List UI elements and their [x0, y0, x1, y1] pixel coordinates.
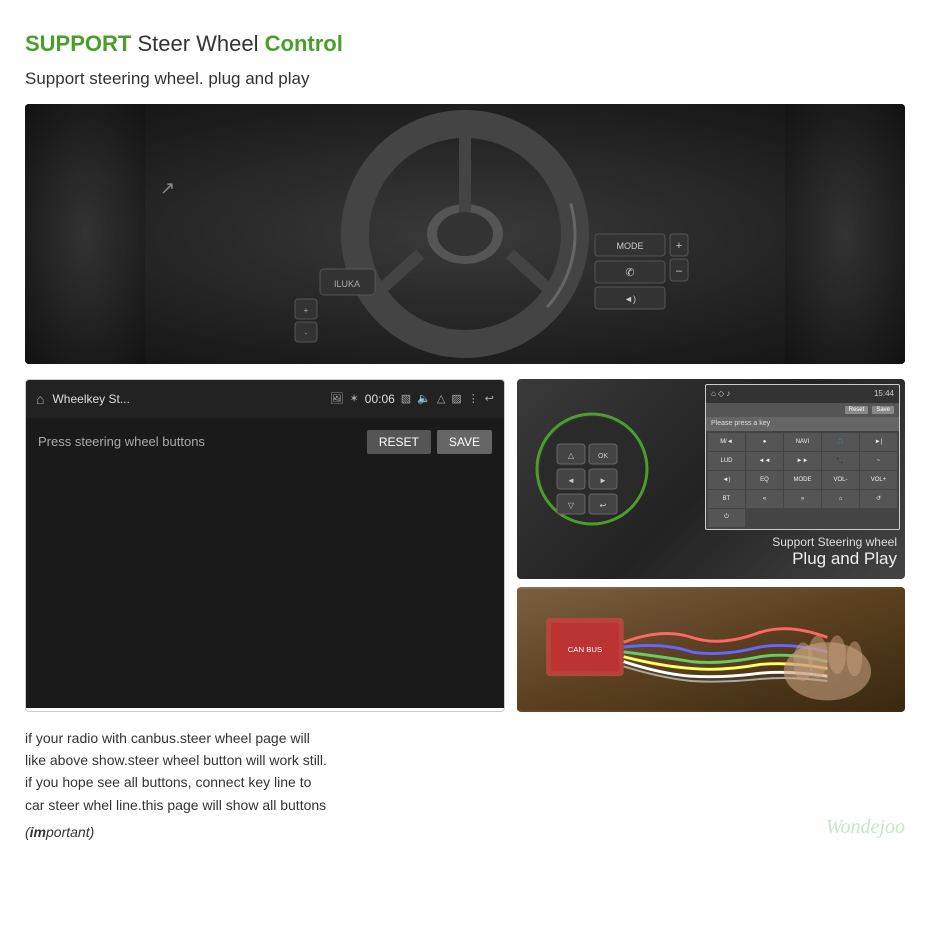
interface-overlay-panel: ⌂ ◇ ♪ 15:44 Reset Save Please press a ke… [705, 384, 900, 530]
app-header-icons: 🖼 ✶ 00:06 ▧ 🔈 △ ▨ ⋮ ↩ [330, 392, 494, 406]
if-cell-fwd: » [784, 490, 821, 508]
if-cell-volup: VOL+ [860, 471, 897, 489]
svg-text:–: – [676, 265, 683, 277]
bottom-left-content: if your radio with canbus.steer wheel pa… [25, 727, 735, 844]
if-toolbar: Reset Save [706, 403, 899, 417]
important-text: (important) [25, 821, 735, 843]
if-cell-lud: LUD [708, 452, 745, 470]
right-panel: △ OK ◄ ► ▽ ↩ [517, 379, 905, 712]
svg-text:CAN BUS: CAN BUS [568, 645, 602, 654]
home-icon: ⌂ [36, 391, 44, 407]
image-icon: 🖼 [330, 392, 344, 406]
volume-icon: 🔈 [417, 392, 431, 406]
if-cell-dot: ● [746, 433, 783, 451]
if-press-text: Please press a key [711, 420, 894, 427]
if-cell-voldown: VOL- [822, 471, 859, 489]
svg-text:ILUKA: ILUKA [334, 279, 360, 289]
if-header: ⌂ ◇ ♪ 15:44 [706, 385, 899, 403]
svg-text:◄: ◄ [567, 476, 575, 485]
wiring-photo: CAN BUS [517, 587, 905, 712]
if-cell-mute: M/◄ [708, 433, 745, 451]
if-cell-navi: NAVI [784, 433, 821, 451]
svg-text:+: + [304, 306, 309, 315]
if-cell-prev: ◄◄ [746, 452, 783, 470]
bottom-panels-container: ⌂ Wheelkey St... 🖼 ✶ 00:06 ▧ 🔈 △ ▨ ⋮ ↩ P… [25, 379, 905, 712]
steering-wheel-photo: ILUKA + - MODE + – ✆ ◄) ↗ [25, 104, 905, 364]
if-cell-phone: 📞 [822, 452, 859, 470]
app-action-buttons: RESET SAVE [367, 430, 492, 454]
if-cell-bt: BT [708, 490, 745, 508]
support-sw-label: Support Steering wheel [772, 535, 897, 549]
if-header-icons: ⌂ ◇ ♪ [711, 389, 870, 398]
if-cell-music: 🎵 [822, 433, 859, 451]
desc-line-1: if your radio with canbus.steer wheel pa… [25, 727, 735, 749]
title-steer-wheel: Steer Wheel [131, 31, 264, 56]
app-title-text: Wheelkey St... [52, 392, 321, 406]
app-time: 00:06 [365, 392, 395, 406]
if-cell-refresh: ↺ [860, 490, 897, 508]
subtitle-text: Support steering wheel. plug and play [25, 69, 905, 89]
app-screenshot-panel: ⌂ Wheelkey St... 🖼 ✶ 00:06 ▧ 🔈 △ ▨ ⋮ ↩ P… [25, 379, 505, 712]
logo-text: Wondejoo [826, 816, 905, 839]
if-grid: M/◄ ● NAVI 🎵 ►| LUD ◄◄ ►► 📞 ~ ◄) EQ MODE… [706, 431, 899, 529]
if-reset-btn[interactable]: Reset [845, 406, 869, 414]
sw-buttons-overlay: △ OK ◄ ► ▽ ↩ [527, 399, 657, 539]
svg-text:►: ► [599, 476, 607, 485]
if-cell-next: ►► [784, 452, 821, 470]
bottom-text-section: if your radio with canbus.steer wheel pa… [25, 727, 905, 844]
app-header-bar: ⌂ Wheelkey St... 🖼 ✶ 00:06 ▧ 🔈 △ ▨ ⋮ ↩ [26, 380, 504, 418]
svg-text:◄): ◄) [624, 294, 636, 304]
press-buttons-text: Press steering wheel buttons [38, 430, 357, 449]
important-imp: im [30, 824, 46, 840]
svg-text:▽: ▽ [568, 501, 575, 510]
if-press-row: Please press a key [706, 417, 899, 431]
desc-line-4: car steer whel line.this page will show … [25, 794, 735, 816]
important-close-paren: ) [90, 824, 95, 840]
title-support: SUPPORT [25, 31, 131, 56]
svg-text:✆: ✆ [625, 267, 634, 279]
reset-button[interactable]: RESET [367, 430, 431, 454]
important-portant: portant [46, 824, 90, 840]
svg-text:MODE: MODE [617, 241, 644, 251]
page-title: SUPPORT Steer Wheel Control [25, 30, 905, 59]
back-icon: ↩ [485, 392, 494, 406]
steering-wheel-interface-panel: △ OK ◄ ► ▽ ↩ [517, 379, 905, 579]
steering-wheel-svg: ILUKA + - MODE + – ✆ ◄) ↗ [25, 104, 905, 364]
svg-text:↗: ↗ [160, 178, 175, 198]
sw-buttons-svg: △ OK ◄ ► ▽ ↩ [527, 399, 657, 539]
svg-text:↩: ↩ [600, 501, 607, 510]
app-body: Press steering wheel buttons RESET SAVE [26, 418, 504, 708]
if-save-btn[interactable]: Save [872, 406, 894, 414]
svg-text:OK: OK [598, 453, 608, 460]
if-cell-home: ⌂ [822, 490, 859, 508]
wifi-icon: ▧ [401, 392, 411, 406]
desc-line-2: like above show.steer wheel button will … [25, 749, 735, 771]
if-header-time: 15:44 [874, 389, 894, 398]
screen-icon: ▨ [451, 392, 461, 406]
if-cell-tilde: ~ [860, 452, 897, 470]
sw-label-group: Support Steering wheel Plug and Play [772, 535, 897, 569]
triangle-icon: △ [437, 392, 445, 406]
svg-text:-: - [305, 329, 308, 338]
svg-text:△: △ [568, 451, 575, 460]
if-cell-mode: MODE [784, 471, 821, 489]
svg-text:+: + [676, 240, 682, 252]
plug-play-label: Plug and Play [772, 549, 897, 569]
if-cell-vol: ◄) [708, 471, 745, 489]
brand-logo: Wondejoo [755, 727, 905, 844]
title-control: Control [265, 31, 343, 56]
menu-icon: ⋮ [468, 392, 479, 406]
wiring-svg: CAN BUS [517, 587, 905, 712]
desc-line-3: if you hope see all buttons, connect key… [25, 771, 735, 793]
if-cell-back: « [746, 490, 783, 508]
if-cell-eq: EQ [746, 471, 783, 489]
if-cell-power: ⏻ [708, 509, 745, 527]
if-cell-play: ►| [860, 433, 897, 451]
bluetooth-icon: ✶ [350, 392, 359, 406]
save-button[interactable]: SAVE [437, 430, 492, 454]
